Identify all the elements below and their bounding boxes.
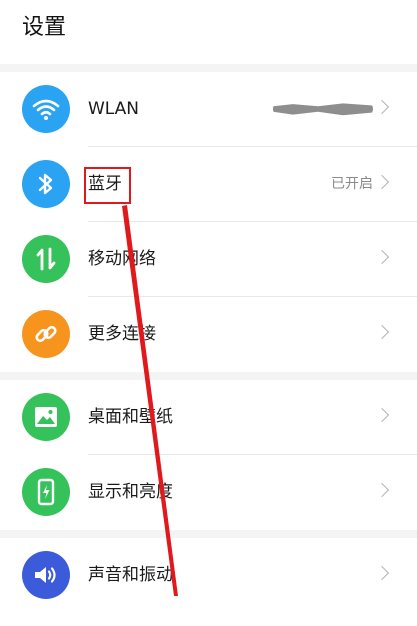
chevron-right-icon (374, 249, 390, 265)
header-bar: 设置 (0, 0, 417, 64)
settings-row-wallpaper[interactable]: 桌面和壁纸 (0, 380, 417, 455)
settings-row-label: WLAN (88, 99, 140, 119)
settings-group-display: 桌面和壁纸 显示和亮度 (0, 380, 417, 530)
speaker-icon (22, 551, 70, 599)
page-title: 设置 (22, 15, 67, 40)
chevron-right-icon (374, 99, 390, 115)
settings-row-label: 显示和亮度 (88, 482, 173, 502)
mobile-data-icon (22, 235, 70, 283)
chevron-right-icon (374, 174, 390, 190)
settings-row-bluetooth[interactable]: 蓝牙 已开启 (0, 147, 417, 222)
settings-row-display[interactable]: 显示和亮度 (0, 455, 417, 530)
redacted-wifi-name (273, 103, 373, 116)
settings-row-label: 移动网络 (88, 249, 156, 269)
link-icon (22, 310, 70, 358)
bluetooth-icon (22, 160, 70, 208)
settings-row-wlan[interactable]: WLAN (0, 72, 417, 147)
annotation-highlight-box (84, 167, 131, 204)
chevron-right-icon (374, 324, 390, 340)
chevron-right-icon (374, 407, 390, 423)
settings-row-label: 更多连接 (88, 324, 156, 344)
chevron-right-icon (374, 482, 390, 498)
settings-row-label: 声音和振动 (88, 565, 173, 585)
settings-group-connectivity: WLAN 蓝牙 已开启 移动网络 更多连接 (0, 72, 417, 372)
settings-row-label: 桌面和壁纸 (88, 407, 173, 427)
settings-row-value: 已开启 (331, 176, 373, 192)
settings-row-sound[interactable]: 声音和振动 (0, 538, 417, 613)
wifi-icon (22, 85, 70, 133)
settings-row-more-connections[interactable]: 更多连接 (0, 297, 417, 372)
phone-brightness-icon (22, 468, 70, 516)
settings-row-mobile-network[interactable]: 移动网络 (0, 222, 417, 297)
settings-group-sound: 声音和振动 (0, 538, 417, 626)
image-icon (22, 393, 70, 441)
chevron-right-icon (374, 565, 390, 581)
